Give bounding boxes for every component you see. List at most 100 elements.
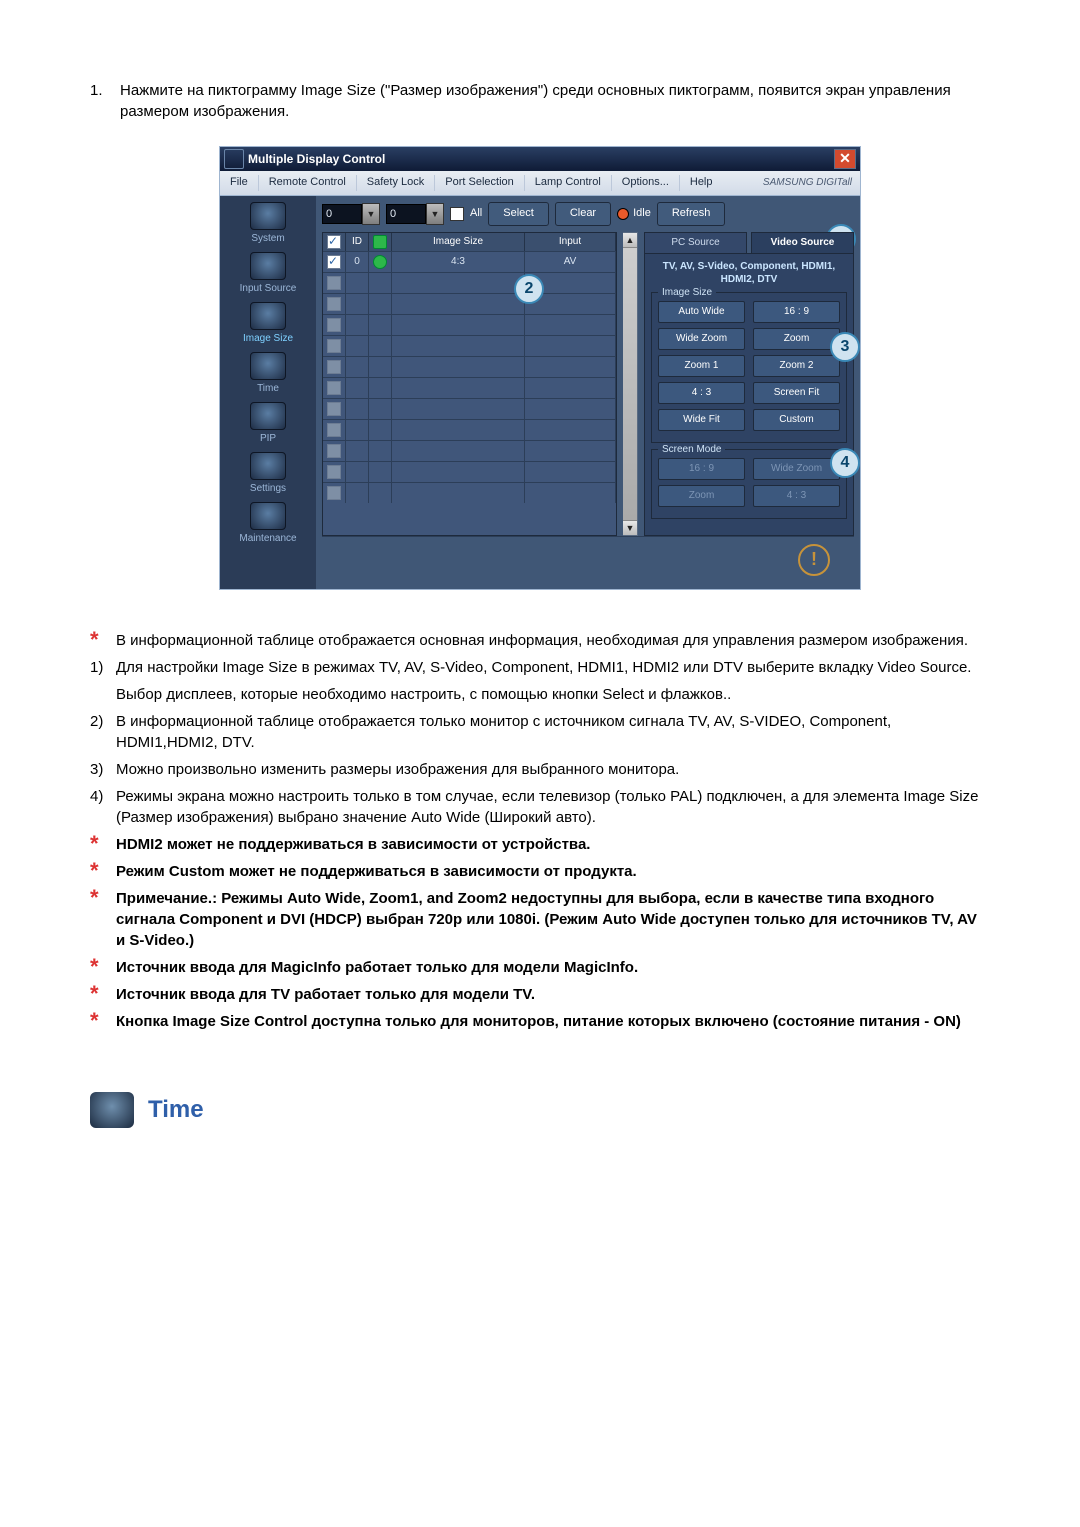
intro-text: Нажмите на пиктограмму Image Size ("Разм… (120, 80, 990, 122)
btn-sm-widezoom[interactable]: Wide Zoom (753, 458, 840, 480)
th-status (369, 233, 392, 251)
menu-file[interactable]: File (220, 175, 259, 190)
app-icon (224, 149, 244, 169)
window-title: Multiple Display Control (248, 151, 385, 168)
dropdown-icon[interactable]: ▼ (362, 203, 380, 225)
th-input: Input (525, 233, 616, 251)
inputsource-icon (250, 252, 286, 280)
toolbar: ▼ ▼ All Select Clear Idle Refresh (322, 202, 854, 226)
star-icon: * (90, 834, 116, 854)
side-inputsource[interactable]: Input Source (220, 252, 316, 296)
btn-sm-zoom[interactable]: Zoom (658, 485, 745, 507)
note-item: *Кнопка Image Size Control доступна толь… (90, 1011, 990, 1032)
table-scrollbar[interactable]: ▲ ▼ (623, 232, 638, 536)
callout-4: 4 (830, 448, 860, 478)
side-imagesize[interactable]: Image Size (220, 302, 316, 346)
row-input: AV (525, 252, 616, 272)
menu-options[interactable]: Options... (612, 175, 680, 190)
callout-3: 3 (830, 332, 860, 362)
main-panel: ▼ ▼ All Select Clear Idle Refresh 1 ID (316, 196, 860, 589)
notes-list: *В информационной таблице отображается о… (90, 630, 990, 1032)
note-item: *Источник ввода для MagicInfo работает т… (90, 957, 990, 978)
btn-4-3[interactable]: 4 : 3 (658, 382, 745, 404)
star-icon: * (90, 957, 116, 977)
note-item: 3)Можно произвольно изменить размеры изо… (90, 759, 990, 780)
btn-widefit[interactable]: Wide Fit (658, 409, 745, 431)
tab-pc-source[interactable]: PC Source (644, 232, 747, 253)
menu-bar: File Remote Control Safety Lock Port Sel… (220, 171, 860, 196)
side-pip[interactable]: PIP (220, 402, 316, 446)
table-header: ID Image Size Input (323, 233, 616, 251)
btn-widezoom[interactable]: Wide Zoom (658, 328, 745, 350)
callout-2: 2 (514, 274, 544, 304)
btn-zoom1[interactable]: Zoom 1 (658, 355, 745, 377)
right-panel: PC Source Video Source TV, AV, S-Video, … (644, 232, 854, 536)
row-size: 4:3 (392, 252, 525, 272)
screenmode-legend: Screen Mode (658, 443, 725, 457)
menu-remote[interactable]: Remote Control (259, 175, 357, 190)
imagesize-icon (250, 302, 286, 330)
status-dot-icon (373, 255, 387, 269)
menu-safety[interactable]: Safety Lock (357, 175, 435, 190)
dropdown-icon[interactable]: ▼ (426, 203, 444, 225)
note-item: *HDMI2 может не поддерживаться в зависим… (90, 834, 990, 855)
screenmode-group: Screen Mode 16 : 9Wide Zoom Zoom4 : 3 (651, 449, 847, 519)
note-item: *Источник ввода для TV работает только д… (90, 984, 990, 1005)
maintenance-icon (250, 502, 286, 530)
side-maintenance[interactable]: Maintenance (220, 502, 316, 546)
side-system[interactable]: System (220, 202, 316, 246)
intro-number: 1. (90, 80, 120, 122)
menu-help[interactable]: Help (680, 175, 723, 190)
window-titlebar: Multiple Display Control ✕ (220, 147, 860, 171)
menu-lamp[interactable]: Lamp Control (525, 175, 612, 190)
time-icon (250, 352, 286, 380)
note-item: 2)В информационной таблице отображается … (90, 711, 990, 753)
scroll-up-icon[interactable]: ▲ (623, 233, 637, 248)
settings-icon (250, 452, 286, 480)
close-icon[interactable]: ✕ (834, 149, 856, 169)
select-button[interactable]: Select (488, 202, 549, 226)
section-title: Time (148, 1093, 204, 1127)
scroll-down-icon[interactable]: ▼ (623, 520, 637, 535)
spinner-to-input[interactable] (386, 204, 426, 224)
btn-sm-4-3[interactable]: 4 : 3 (753, 485, 840, 507)
btn-zoom[interactable]: Zoom (753, 328, 840, 350)
btn-autowide[interactable]: Auto Wide (658, 301, 745, 323)
table-row[interactable]: 0 4:3 AV (323, 251, 616, 272)
btn-screenfit[interactable]: Screen Fit (753, 382, 840, 404)
btn-16-9[interactable]: 16 : 9 (753, 301, 840, 323)
btn-custom[interactable]: Custom (753, 409, 840, 431)
intro-item: 1. Нажмите на пиктограмму Image Size ("Р… (90, 80, 990, 122)
spinner-from-input[interactable] (322, 204, 362, 224)
imagesize-legend: Image Size (658, 286, 716, 300)
star-icon: * (90, 1011, 116, 1031)
note-item: *Примечание.: Режимы Auto Wide, Zoom1, a… (90, 888, 990, 951)
note-item: 4)Режимы экрана можно настроить только в… (90, 786, 990, 828)
menu-port[interactable]: Port Selection (435, 175, 524, 190)
th-imagesize: Image Size (392, 233, 525, 251)
warning-icon: ! (798, 544, 830, 576)
note-item: *Режим Custom может не поддерживаться в … (90, 861, 990, 882)
panel-caption: TV, AV, S-Video, Component, HDMI1, HDMI2… (651, 260, 847, 286)
refresh-button[interactable]: Refresh (657, 202, 726, 226)
app-screenshot: Multiple Display Control ✕ File Remote C… (219, 146, 861, 590)
btn-zoom2[interactable]: Zoom 2 (753, 355, 840, 377)
spinner-from[interactable]: ▼ (322, 203, 380, 225)
source-tabs: PC Source Video Source (644, 232, 854, 253)
side-settings[interactable]: Settings (220, 452, 316, 496)
side-time[interactable]: Time (220, 352, 316, 396)
clear-button[interactable]: Clear (555, 202, 611, 226)
all-label: All (470, 206, 482, 221)
star-icon: * (90, 984, 116, 1004)
th-check[interactable] (323, 233, 346, 251)
all-checkbox[interactable] (450, 207, 464, 221)
video-source-panel: TV, AV, S-Video, Component, HDMI1, HDMI2… (644, 253, 854, 536)
btn-sm-16-9[interactable]: 16 : 9 (658, 458, 745, 480)
note-item: *В информационной таблице отображается о… (90, 630, 990, 651)
spinner-to[interactable]: ▼ (386, 203, 444, 225)
star-icon: * (90, 630, 116, 650)
status-bar: ! (322, 536, 854, 583)
tab-video-source[interactable]: Video Source (751, 232, 854, 253)
row-checkbox[interactable] (327, 255, 341, 269)
th-id: ID (346, 233, 369, 251)
